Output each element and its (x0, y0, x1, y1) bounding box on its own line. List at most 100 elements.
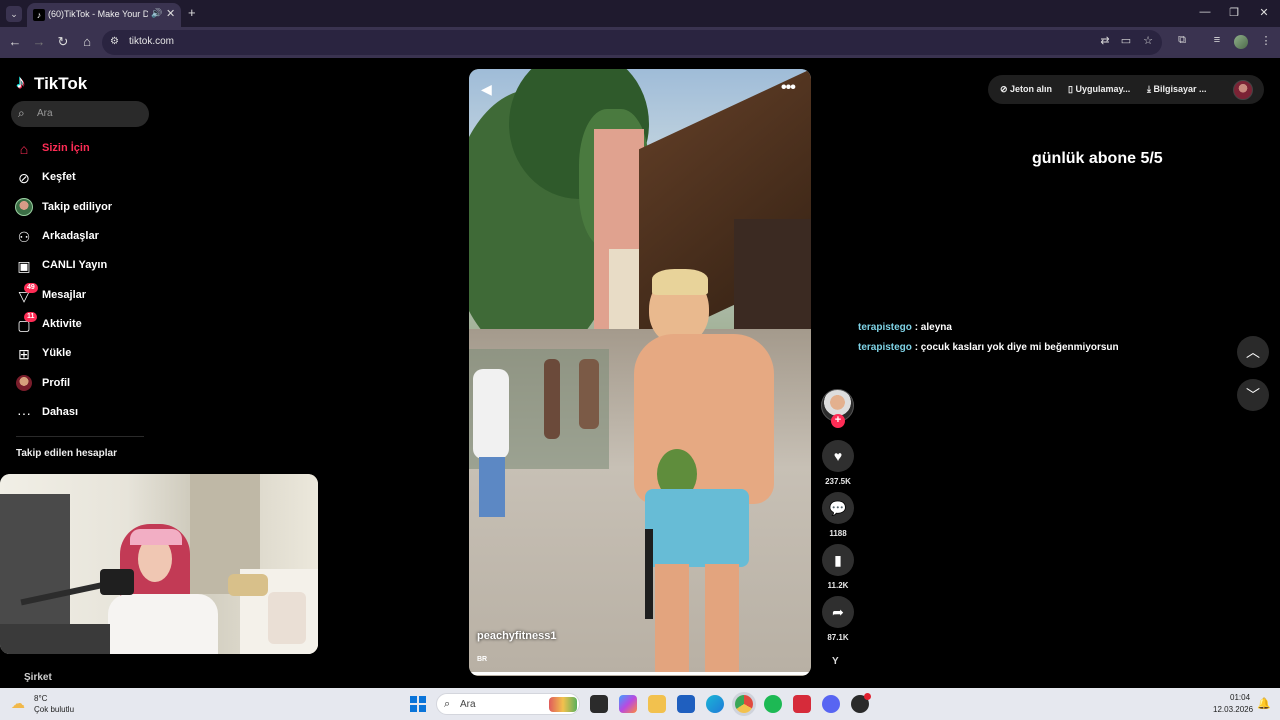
video-progress-fill (469, 672, 811, 675)
header-actions: ⊘ Jeton alın ▯ Uygulamay... ⤓ Bilgisayar… (988, 75, 1264, 104)
cast-icon[interactable]: ▭ (1118, 34, 1134, 47)
following-accounts-title: Takip edilen hesaplar (16, 448, 117, 459)
search-icon: ⌕ (444, 698, 451, 710)
video-progress-bar[interactable] (469, 672, 811, 675)
comment-icon: 💬 (829, 500, 847, 516)
get-app-button[interactable]: ▯ Uygulamay... (1068, 84, 1130, 95)
clock-time[interactable]: 01:04 (1230, 693, 1250, 702)
tab-audio-icon[interactable]: 🔊 (151, 8, 162, 19)
sidebar-item-label: Keşfet (42, 171, 76, 183)
pc-app-button[interactable]: ⤓ Bilgisayar ... (1147, 84, 1207, 95)
windows-taskbar: ☁ 8°C Çok bulutlu ⌕ Ara 01:04 12.03.2026… (0, 688, 1280, 720)
sidebar-item-explore[interactable]: ⊘ Keşfet (14, 165, 154, 191)
browser-profile-avatar[interactable] (1234, 35, 1248, 49)
forward-icon[interactable]: → (31, 34, 47, 50)
get-coins-button[interactable]: ⊘ Jeton alın (1000, 84, 1052, 95)
video-author-name[interactable]: peachyfitness1 (477, 630, 556, 642)
sidebar-item-label: Mesajlar (42, 289, 87, 301)
comment-button[interactable]: 💬 (822, 492, 854, 524)
more-options-icon[interactable]: ••• (781, 79, 796, 97)
browser-tab[interactable]: ♪ (60)TikTok - Make Your Day 🔊 ✕ (27, 3, 181, 27)
heart-icon: ♥ (833, 448, 843, 464)
save-button[interactable]: ▮ (822, 544, 854, 576)
url-text[interactable]: tiktok.com (129, 36, 174, 47)
sidebar-item-friends[interactable]: ⚇ Arkadaşlar (14, 224, 154, 250)
chat-text: : aleyna (914, 322, 952, 333)
extensions-icon[interactable]: ⧉ (1174, 34, 1190, 47)
search-icon: ⌕ (18, 106, 25, 120)
edge-icon[interactable] (706, 695, 724, 713)
volume-mute-icon[interactable]: ◀ (481, 81, 492, 98)
sidebar-item-live[interactable]: ▣ CANLI Yayın (14, 253, 154, 279)
store-icon[interactable] (677, 695, 695, 713)
media-controls-icon[interactable]: ≡ (1209, 34, 1225, 46)
messages-badge: 49 (24, 283, 38, 293)
minimize-icon[interactable]: — (1195, 6, 1215, 18)
chat-message: terapistego : aleyna (858, 322, 952, 333)
home-icon: ⌂ (19, 141, 29, 157)
sidebar-item-label: Arkadaşlar (42, 230, 99, 242)
user-avatar[interactable] (1233, 80, 1253, 100)
compass-icon: ⊘ (18, 170, 30, 186)
sidebar-item-label: Dahası (42, 406, 79, 418)
task-view-icon[interactable] (590, 695, 608, 713)
music-disc-icon[interactable]: Y (832, 656, 839, 667)
address-bar[interactable]: ⚙ tiktok.com (102, 30, 1162, 55)
discord-icon[interactable] (822, 695, 840, 713)
window-close-icon[interactable]: ✕ (1254, 6, 1274, 19)
chat-text: : çocuk kasları yok diye mi beğenmiyorsu… (914, 342, 1119, 353)
activity-badge: 11 (24, 312, 38, 322)
search-highlight-icon (549, 697, 577, 712)
translate-icon[interactable]: ⇄ (1097, 34, 1113, 47)
site-info-icon[interactable]: ⚙ (110, 36, 119, 47)
bookmark-star-icon[interactable]: ☆ (1140, 34, 1156, 47)
clock-date[interactable]: 12.03.2026 (1213, 705, 1253, 714)
weather-description[interactable]: Çok bulutlu (34, 705, 74, 714)
tiktok-note-icon: ♪ (16, 72, 25, 92)
sidebar-item-following[interactable]: Takip ediliyor (14, 195, 154, 221)
video-player[interactable]: ◀ ••• peachyfitness1 BR (469, 69, 811, 676)
browser-menu-icon[interactable]: ⋮ (1258, 34, 1274, 47)
stream-overlay-title: günlük abone 5/5 (1032, 150, 1163, 167)
sidebar-item-more[interactable]: ··· Dahası (14, 400, 154, 426)
logo-text: TikTok (34, 74, 88, 93)
weather-temperature[interactable]: 8°C (34, 694, 47, 703)
spotify-icon[interactable] (764, 695, 782, 713)
tab-close-icon[interactable]: ✕ (166, 7, 175, 20)
sidebar-item-profile[interactable]: Profil (14, 371, 154, 397)
sidebar-item-label: CANLI Yayın (42, 259, 108, 271)
sidebar-item-label: Sizin İçin (42, 142, 90, 154)
previous-video-button[interactable]: ︿ (1237, 336, 1269, 368)
sidebar-item-for-you[interactable]: ⌂ Sizin İçin (14, 136, 154, 162)
new-tab-icon[interactable]: + (188, 5, 196, 20)
taskbar-search-input[interactable]: ⌕ Ara (436, 693, 580, 715)
share-count: 87.1K (827, 633, 849, 642)
sidebar-item-label: Aktivite (42, 318, 82, 330)
weather-cloud-icon[interactable]: ☁ (11, 695, 25, 712)
tiktok-favicon-icon: ♪ (33, 9, 45, 21)
notification-bell-icon[interactable]: 🔔 (1257, 697, 1271, 710)
share-button[interactable]: ➦ (822, 596, 854, 628)
file-explorer-icon[interactable] (648, 695, 666, 713)
bookmark-icon: ▮ (834, 552, 842, 568)
sidebar-item-messages[interactable]: ▽ 49 Mesajlar (14, 283, 154, 309)
chrome-icon[interactable] (735, 695, 753, 713)
restore-icon[interactable]: ❐ (1224, 6, 1244, 19)
follow-plus-icon[interactable]: + (831, 414, 845, 428)
tab-search-icon[interactable]: ⌄ (6, 6, 22, 22)
next-video-button[interactable]: ﹀ (1237, 379, 1269, 411)
sidebar-item-upload[interactable]: ⊞ Yükle (14, 341, 154, 367)
copilot-icon[interactable] (619, 695, 637, 713)
windows-start-icon[interactable] (410, 696, 426, 712)
home-icon[interactable]: ⌂ (79, 34, 95, 50)
search-input[interactable]: ⌕ Ara (11, 101, 149, 127)
sidebar-item-activity[interactable]: ▢ 11 Aktivite (14, 312, 154, 338)
reload-icon[interactable]: ↻ (55, 34, 71, 50)
like-button[interactable]: ♥ (822, 440, 854, 472)
company-footer-link[interactable]: Şirket (24, 672, 52, 683)
red-app-icon[interactable] (793, 695, 811, 713)
back-icon[interactable]: ← (7, 34, 23, 50)
pc-app-label: Bilgisayar ... (1153, 84, 1207, 94)
profile-avatar-icon (16, 375, 32, 391)
avatar-icon (15, 198, 33, 216)
